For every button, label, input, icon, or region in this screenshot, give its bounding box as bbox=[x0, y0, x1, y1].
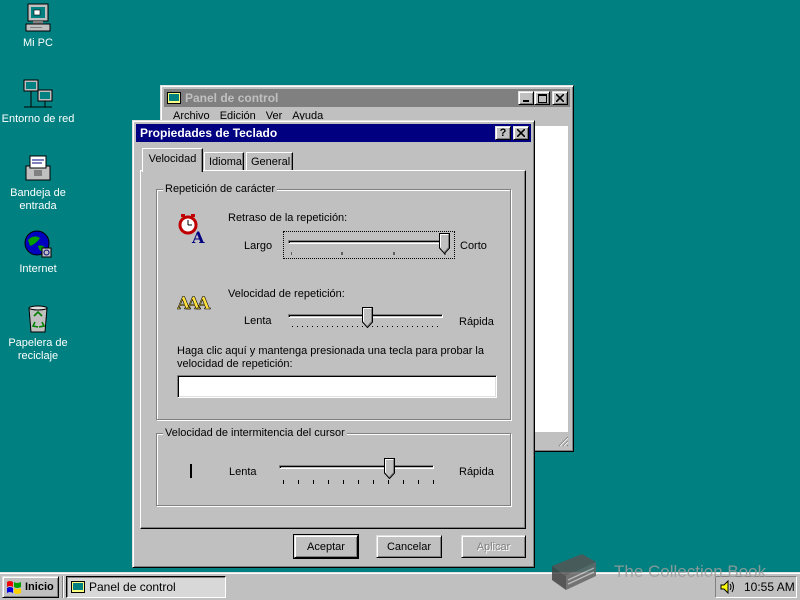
test-area-label-line2: velocidad de repetición: bbox=[177, 358, 293, 370]
desktop-icon-label: Entorno de red bbox=[1, 113, 75, 125]
desktop-icon-inbox[interactable]: Bandeja de entrada bbox=[0, 152, 76, 213]
network-neighborhood-icon bbox=[23, 79, 53, 108]
windows-logo-icon bbox=[7, 581, 21, 594]
desktop-icon-label: Papelera de reciclaje bbox=[8, 337, 68, 362]
start-button[interactable]: Inicio bbox=[2, 576, 59, 598]
repeat-delay-track bbox=[288, 240, 450, 244]
dialog-title: Propiedades de Teclado bbox=[140, 126, 278, 140]
repeat-delay-ticks bbox=[291, 252, 446, 255]
cursor-blink-ticks bbox=[283, 480, 434, 484]
taskbar-task-control-panel[interactable]: Panel de control bbox=[66, 576, 226, 598]
text-cursor-icon bbox=[190, 464, 192, 478]
repeat-group: Repetición de carácter A Retraso de la r… bbox=[156, 183, 511, 420]
close-icon bbox=[517, 129, 525, 137]
repeat-rate-icon: A A A bbox=[177, 294, 211, 314]
resize-grip-icon[interactable] bbox=[557, 435, 569, 447]
repeat-rate-slider[interactable] bbox=[288, 306, 448, 332]
close-button[interactable] bbox=[552, 91, 568, 105]
cancel-button-label: Cancelar bbox=[386, 540, 432, 553]
tab-general-label: General bbox=[251, 156, 291, 168]
accept-button[interactable]: Aceptar bbox=[293, 534, 359, 559]
repeat-rate-thumb[interactable] bbox=[361, 307, 373, 328]
inbox-icon bbox=[25, 155, 51, 181]
close-icon bbox=[556, 94, 564, 102]
control-panel-icon bbox=[71, 581, 85, 593]
repeat-delay-min-label: Largo bbox=[244, 240, 273, 252]
apply-button[interactable]: Aplicar bbox=[461, 535, 526, 558]
cursor-blink-slider[interactable] bbox=[279, 456, 439, 486]
minimize-button[interactable] bbox=[518, 91, 534, 105]
repeat-delay-label: Retraso de la repetición: bbox=[228, 212, 348, 224]
minimize-icon bbox=[523, 100, 529, 102]
cursor-blink-group: Velocidad de intermitencia del cursor Le… bbox=[156, 427, 511, 506]
tab-general[interactable]: General bbox=[246, 152, 293, 171]
taskbar-separator bbox=[62, 576, 64, 598]
desktop-icon-label: Internet bbox=[19, 263, 57, 275]
accept-button-label: Aceptar bbox=[307, 540, 345, 553]
start-label: Inicio bbox=[25, 581, 54, 593]
control-panel-content[interactable] bbox=[535, 126, 568, 432]
repeat-rate-max-label: Rápida bbox=[459, 316, 494, 328]
apply-button-label: Aplicar bbox=[476, 540, 511, 553]
cursor-blink-min-label: Lenta bbox=[229, 466, 257, 478]
repeat-rate-min-label: Lenta bbox=[244, 315, 272, 327]
repeat-delay-slider[interactable] bbox=[283, 231, 455, 259]
my-computer-icon bbox=[25, 3, 51, 32]
desktop-icon-network[interactable]: Entorno de red bbox=[0, 78, 76, 126]
cursor-blink-group-legend: Velocidad de intermitencia del cursor bbox=[163, 427, 347, 439]
dialog-titlebar[interactable]: Propiedades de Teclado ? bbox=[136, 124, 531, 142]
watermark-text: The Collection Book bbox=[614, 562, 767, 581]
internet-icon bbox=[24, 230, 52, 258]
cancel-button[interactable]: Cancelar bbox=[376, 535, 442, 558]
recycle-bin-icon bbox=[28, 305, 48, 333]
watermark: The Collection Book bbox=[548, 550, 766, 594]
desktop-icon-recycle-bin[interactable]: Papelera de reciclaje bbox=[0, 302, 76, 363]
help-button[interactable]: ? bbox=[495, 126, 511, 140]
test-area-label-line1: Haga clic aquí y mantenga presionada una… bbox=[177, 345, 484, 357]
desktop-icon-label: Bandeja de entrada bbox=[10, 187, 66, 212]
tab-velocidad-label: Velocidad bbox=[148, 153, 197, 165]
cursor-blink-thumb[interactable] bbox=[383, 458, 395, 479]
desktop-icon-internet[interactable]: Internet bbox=[0, 228, 76, 276]
cursor-blink-track bbox=[279, 465, 434, 469]
repeat-delay-max-label: Corto bbox=[460, 240, 487, 252]
control-panel-title: Panel de control bbox=[185, 91, 279, 105]
control-panel-titlebar[interactable]: Panel de control bbox=[164, 89, 570, 107]
close-button[interactable] bbox=[513, 126, 529, 140]
tab-velocidad[interactable]: Velocidad bbox=[142, 148, 203, 172]
tab-idioma-label: Idioma bbox=[209, 156, 243, 168]
desktop-icon-label: Mi PC bbox=[23, 37, 53, 49]
repeat-test-input[interactable] bbox=[177, 375, 497, 398]
book-logo-icon bbox=[552, 554, 596, 590]
tab-idioma[interactable]: Idioma bbox=[204, 152, 244, 171]
repeat-delay-icon: A bbox=[178, 214, 205, 246]
cursor-blink-max-label: Rápida bbox=[459, 466, 494, 478]
taskbar-task-label: Panel de control bbox=[89, 580, 176, 594]
desktop-icon-my-computer[interactable]: Mi PC bbox=[0, 2, 76, 50]
maximize-button[interactable] bbox=[534, 91, 550, 105]
repeat-rate-label: Velocidad de repetición: bbox=[228, 288, 345, 300]
repeat-group-legend: Repetición de carácter bbox=[163, 183, 278, 195]
repeat-delay-thumb[interactable] bbox=[439, 233, 450, 254]
svg-text:A: A bbox=[196, 294, 211, 314]
keyboard-properties-dialog[interactable]: Propiedades de Teclado ? Velocidad Idiom… bbox=[132, 120, 535, 568]
control-panel-icon bbox=[167, 92, 181, 104]
tab-panel: Repetición de carácter A Retraso de la r… bbox=[140, 170, 526, 529]
maximize-icon bbox=[537, 93, 547, 103]
svg-text:A: A bbox=[191, 228, 205, 246]
